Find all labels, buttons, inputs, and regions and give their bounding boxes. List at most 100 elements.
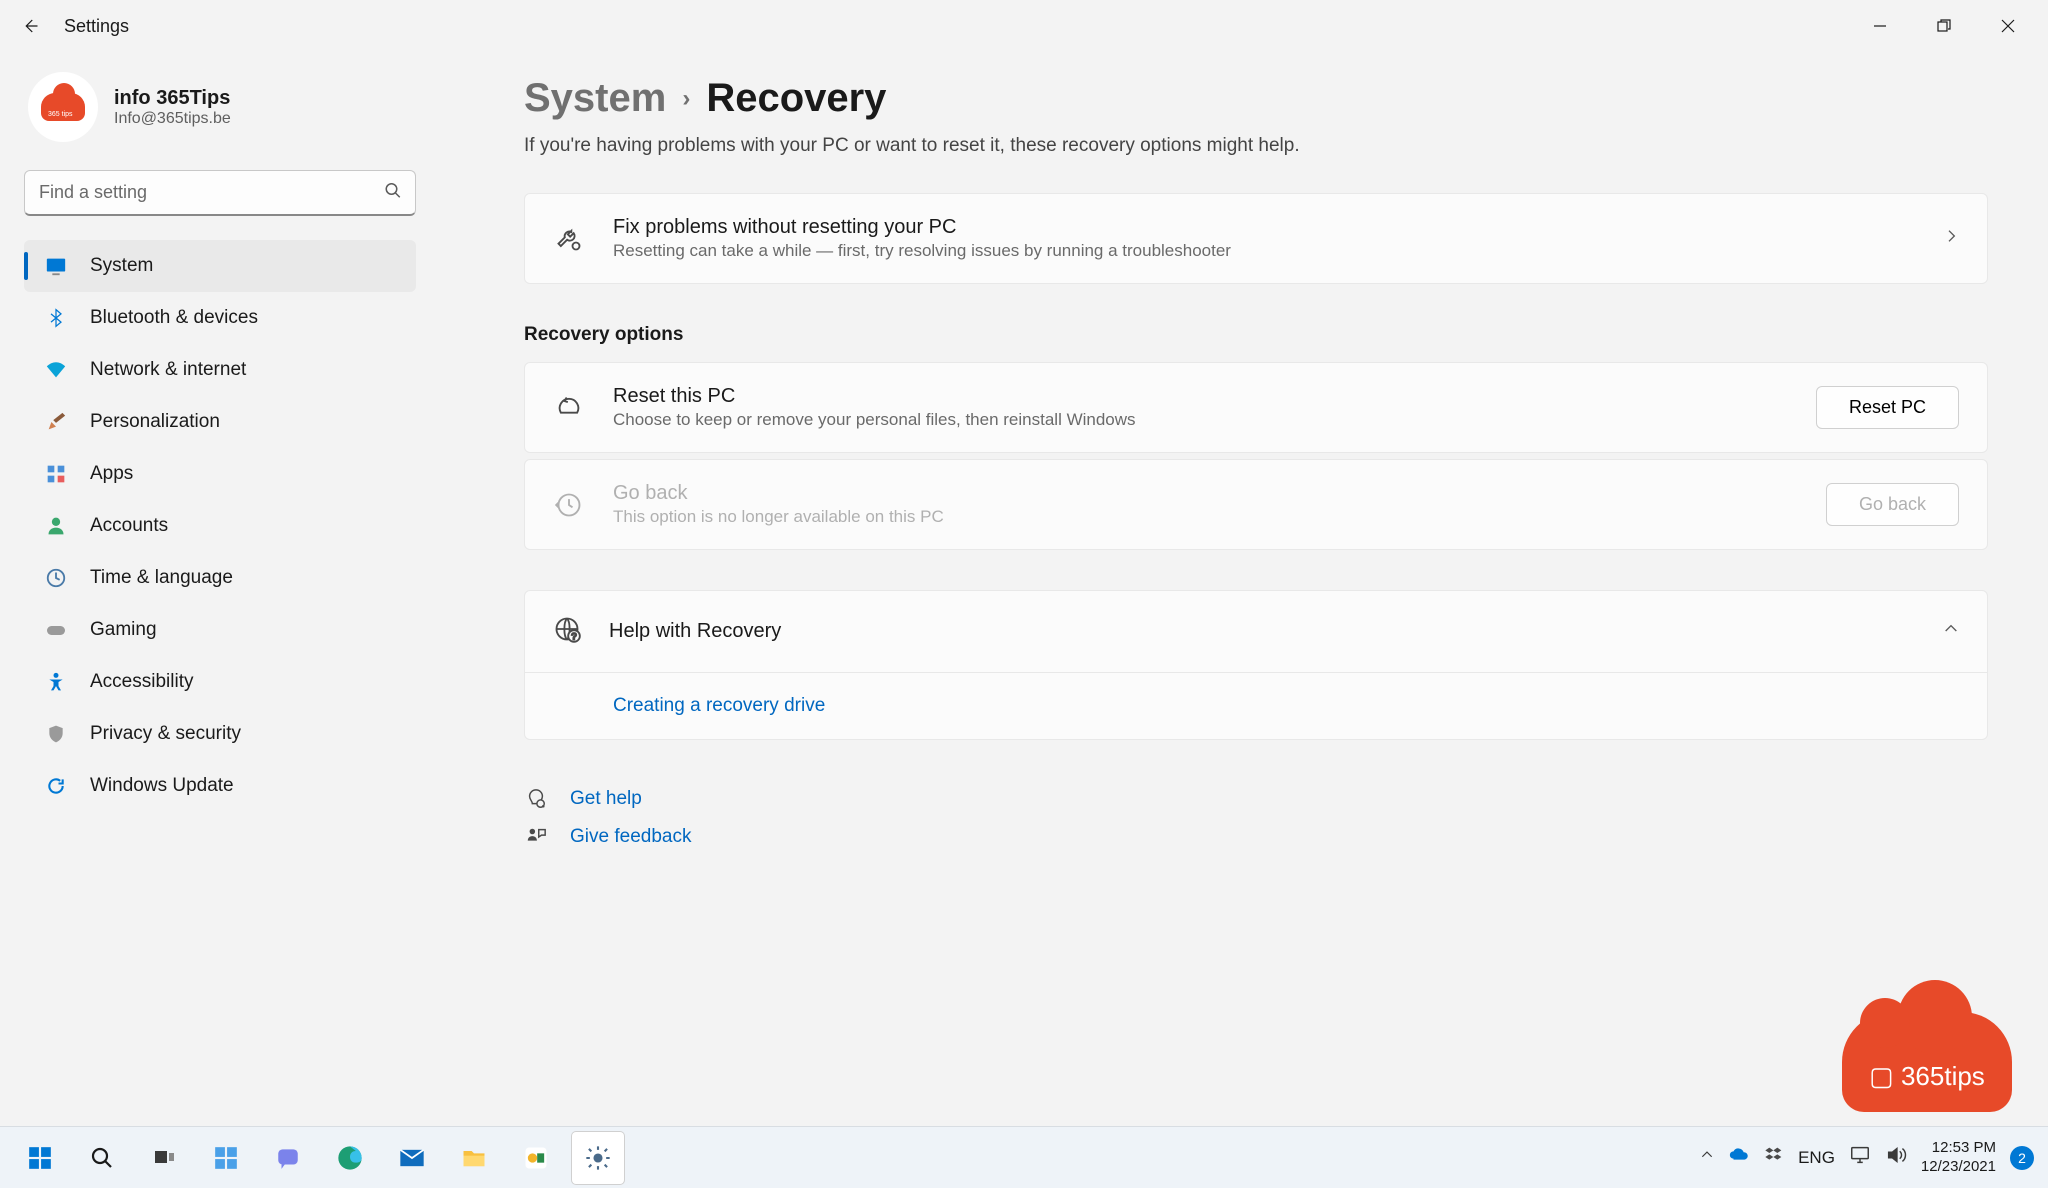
sidebar-item-label: System — [90, 255, 153, 277]
sidebar-item-system[interactable]: System — [24, 240, 416, 292]
sidebar-item-personalization[interactable]: Personalization — [24, 396, 416, 448]
clock[interactable]: 12:53 PM 12/23/2021 — [1921, 1139, 1996, 1177]
teams-chat-button[interactable] — [262, 1132, 314, 1184]
volume-tray-icon[interactable] — [1885, 1144, 1907, 1171]
person-icon — [44, 514, 68, 538]
paintbrush-icon — [44, 410, 68, 434]
feedback-icon — [524, 826, 548, 848]
dropbox-tray-icon[interactable] — [1764, 1145, 1784, 1170]
go-back-button: Go back — [1826, 483, 1959, 526]
clock-time: 12:53 PM — [1921, 1139, 1996, 1158]
sidebar-item-time-language[interactable]: Time & language — [24, 552, 416, 604]
sidebar-item-label: Network & internet — [90, 359, 246, 381]
main-content: System › Recovery If you're having probl… — [440, 52, 2048, 1126]
wrench-icon — [553, 225, 585, 253]
sidebar-item-bluetooth[interactable]: Bluetooth & devices — [24, 292, 416, 344]
titlebar: Settings — [0, 0, 2048, 52]
card-subtitle: Resetting can take a while — first, try … — [613, 241, 1915, 261]
shield-icon — [44, 722, 68, 746]
sidebar-item-label: Personalization — [90, 411, 220, 433]
window-title: Settings — [64, 16, 129, 37]
start-button[interactable] — [14, 1132, 66, 1184]
search-input[interactable] — [24, 170, 416, 216]
sidebar-item-label: Accounts — [90, 515, 168, 537]
recovery-drive-link[interactable]: Creating a recovery drive — [613, 695, 825, 716]
card-subtitle: This option is no longer available on th… — [613, 507, 1798, 527]
settings-button[interactable] — [572, 1132, 624, 1184]
chevron-up-icon — [1943, 621, 1959, 642]
display-tray-icon[interactable] — [1849, 1144, 1871, 1171]
wifi-icon — [44, 358, 68, 382]
mail-button[interactable] — [386, 1132, 438, 1184]
maximize-button[interactable] — [1912, 4, 1976, 48]
user-email: Info@365tips.be — [114, 110, 231, 128]
language-indicator[interactable]: ENG — [1798, 1148, 1835, 1168]
app-button-1[interactable] — [510, 1132, 562, 1184]
taskbar-search-button[interactable] — [76, 1132, 128, 1184]
notification-badge[interactable]: 2 — [2010, 1146, 2034, 1170]
gamepad-icon — [44, 618, 68, 642]
sidebar-item-network[interactable]: Network & internet — [24, 344, 416, 396]
card-title: Reset this PC — [613, 385, 1788, 408]
avatar: 365 tips — [28, 72, 98, 142]
get-help-link[interactable]: Get help — [570, 788, 642, 810]
sidebar-item-accounts[interactable]: Accounts — [24, 500, 416, 552]
onedrive-tray-icon[interactable] — [1728, 1144, 1750, 1171]
task-view-button[interactable] — [138, 1132, 190, 1184]
sidebar: 365 tips info 365Tips Info@365tips.be Sy… — [0, 52, 440, 1126]
sidebar-item-label: Time & language — [90, 567, 233, 589]
go-back-card: Go back This option is no longer availab… — [524, 459, 1988, 550]
give-feedback-link[interactable]: Give feedback — [570, 826, 691, 848]
sidebar-item-apps[interactable]: Apps — [24, 448, 416, 500]
explorer-button[interactable] — [448, 1132, 500, 1184]
card-title: Help with Recovery — [609, 620, 1915, 643]
card-title: Fix problems without resetting your PC — [613, 216, 1915, 239]
help-icon — [524, 788, 548, 810]
sidebar-nav: System Bluetooth & devices Network & int… — [24, 240, 416, 812]
search-icon — [384, 182, 402, 205]
breadcrumb: System › Recovery — [524, 76, 1988, 121]
page-subtitle: If you're having problems with your PC o… — [524, 135, 1988, 157]
widgets-button[interactable] — [200, 1132, 252, 1184]
sidebar-item-label: Bluetooth & devices — [90, 307, 258, 329]
window-controls — [1848, 4, 2040, 48]
sidebar-item-privacy[interactable]: Privacy & security — [24, 708, 416, 760]
tray-chevron-icon[interactable] — [1700, 1148, 1714, 1167]
update-icon — [44, 774, 68, 798]
bluetooth-icon — [44, 306, 68, 330]
help-card-header[interactable]: ? Help with Recovery — [525, 591, 1987, 672]
apps-icon — [44, 462, 68, 486]
sidebar-item-label: Accessibility — [90, 671, 193, 693]
chevron-right-icon: › — [682, 85, 690, 113]
clock-globe-icon — [44, 566, 68, 590]
sidebar-item-label: Apps — [90, 463, 133, 485]
breadcrumb-parent[interactable]: System — [524, 76, 666, 121]
close-button[interactable] — [1976, 4, 2040, 48]
card-title: Go back — [613, 482, 1798, 505]
chevron-right-icon — [1943, 228, 1959, 249]
footer-links: Get help Give feedback — [524, 780, 1988, 856]
edge-button[interactable] — [324, 1132, 376, 1184]
sidebar-item-gaming[interactable]: Gaming — [24, 604, 416, 656]
minimize-button[interactable] — [1848, 4, 1912, 48]
fix-problems-card[interactable]: Fix problems without resetting your PC R… — [524, 193, 1988, 284]
reset-pc-button[interactable]: Reset PC — [1816, 386, 1959, 429]
globe-help-icon: ? — [553, 615, 581, 648]
user-name: info 365Tips — [114, 87, 231, 110]
back-button[interactable] — [8, 4, 52, 48]
help-with-recovery-card: ? Help with Recovery Creating a recovery… — [524, 590, 1988, 740]
sidebar-item-windows-update[interactable]: Windows Update — [24, 760, 416, 812]
clock-date: 12/23/2021 — [1921, 1158, 1996, 1177]
system-icon — [44, 254, 68, 278]
sidebar-item-label: Windows Update — [90, 775, 234, 797]
sidebar-item-label: Gaming — [90, 619, 157, 641]
card-subtitle: Choose to keep or remove your personal f… — [613, 410, 1788, 430]
user-account[interactable]: 365 tips info 365Tips Info@365tips.be — [24, 64, 416, 166]
taskbar: ENG 12:53 PM 12/23/2021 2 — [0, 1126, 2048, 1188]
section-heading-recovery: Recovery options — [524, 324, 1988, 346]
accessibility-icon — [44, 670, 68, 694]
reset-pc-card: Reset this PC Choose to keep or remove y… — [524, 362, 1988, 453]
sidebar-item-accessibility[interactable]: Accessibility — [24, 656, 416, 708]
breadcrumb-current: Recovery — [706, 76, 886, 121]
watermark-logo: ▢ 365tips — [1842, 1012, 2012, 1112]
